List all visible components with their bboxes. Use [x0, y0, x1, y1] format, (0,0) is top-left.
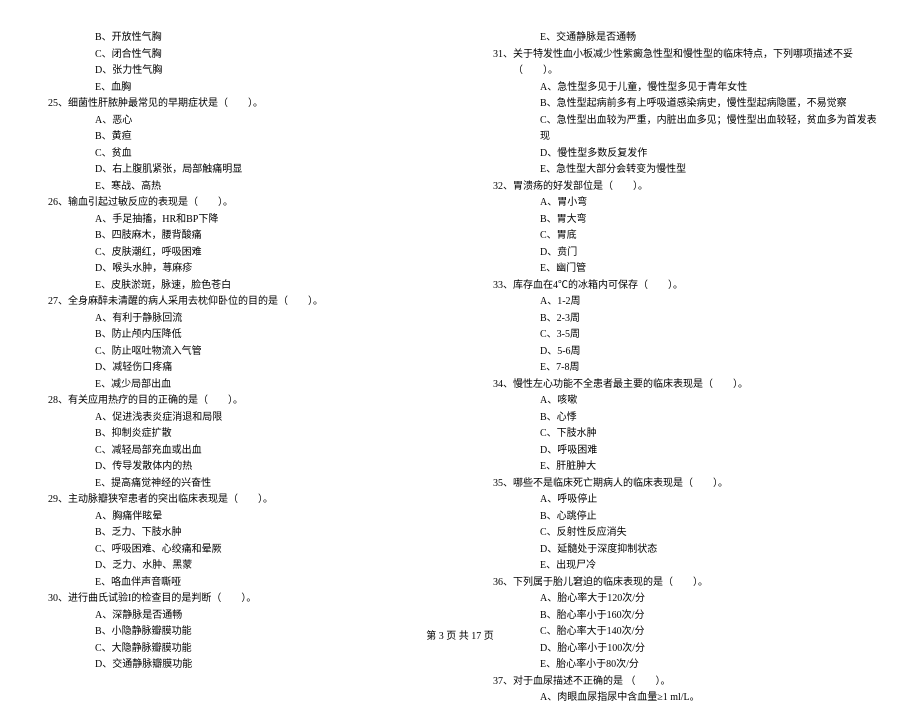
option-text: C、呼吸困难、心绞痛和晕厥 — [40, 542, 435, 559]
option-text: B、急性型起病前多有上呼吸道感染病史，慢性型起病隐匿，不易觉察 — [485, 96, 880, 113]
option-text: A、恶心 — [40, 113, 435, 130]
option-text: D、张力性气胸 — [40, 63, 435, 80]
option-text: E、寒战、高热 — [40, 179, 435, 196]
option-text: A、咳嗽 — [485, 393, 880, 410]
option-text: E、7-8周 — [485, 360, 880, 377]
option-text: D、传导发散体内的热 — [40, 459, 435, 476]
option-text: C、反射性反应消失 — [485, 525, 880, 542]
question-stem: 35、哪些不是临床死亡期病人的临床表现是（ ）。 — [485, 476, 880, 493]
option-text: A、肉眼血尿指尿中含血量≥1 ml/L。 — [485, 690, 880, 707]
option-text: D、胎心率小于100次/分 — [485, 641, 880, 658]
option-text: D、喉头水肿，荨麻疹 — [40, 261, 435, 278]
option-text: D、呼吸困难 — [485, 443, 880, 460]
question-stem: 30、进行曲氏试验I的检查目的是判断（ ）。 — [40, 591, 435, 608]
question-stem: 29、主动脉瓣狭窄患者的突出临床表现是（ ）。 — [40, 492, 435, 509]
option-text: E、皮肤淤斑，脉速，脸色苍白 — [40, 278, 435, 295]
question-stem: 27、全身麻醉未清醒的病人采用去枕仰卧位的目的是（ ）。 — [40, 294, 435, 311]
option-text: C、急性型出血较为严重，内脏出血多见；慢性型出血较轻，贫血多为首发表现 — [485, 113, 880, 146]
option-text: C、皮肤潮红，呼吸困难 — [40, 245, 435, 262]
option-text: E、肝脏肿大 — [485, 459, 880, 476]
option-text: E、咯血伴声音嘶哑 — [40, 575, 435, 592]
question-stem: 36、下列属于胎儿窘迫的临床表现的是（ ）。 — [485, 575, 880, 592]
option-text: D、延髓处于深度抑制状态 — [485, 542, 880, 559]
option-text: E、交通静脉是否通畅 — [485, 30, 880, 47]
question-stem: 28、有关应用热疗的目的正确的是（ ）。 — [40, 393, 435, 410]
option-text: D、右上腹肌紧张，局部触痛明显 — [40, 162, 435, 179]
option-text: B、心跳停止 — [485, 509, 880, 526]
option-text: C、减轻局部充血或出血 — [40, 443, 435, 460]
option-text: B、四肢麻木，腰背酸痛 — [40, 228, 435, 245]
option-text: C、3-5周 — [485, 327, 880, 344]
option-text: B、胃大弯 — [485, 212, 880, 229]
option-text: B、乏力、下肢水肿 — [40, 525, 435, 542]
option-text: C、下肢水肿 — [485, 426, 880, 443]
option-text: A、胸痛伴眩晕 — [40, 509, 435, 526]
question-stem: 34、慢性左心功能不全患者最主要的临床表现是（ ）。 — [485, 377, 880, 394]
option-text: B、抑制炎症扩散 — [40, 426, 435, 443]
option-text: A、1-2周 — [485, 294, 880, 311]
option-text: A、呼吸停止 — [485, 492, 880, 509]
option-text: E、减少局部出血 — [40, 377, 435, 394]
option-text: A、胃小弯 — [485, 195, 880, 212]
option-text: D、乏力、水肿、黑蒙 — [40, 558, 435, 575]
option-text: B、黄疸 — [40, 129, 435, 146]
option-text: E、急性型大部分会转变为慢性型 — [485, 162, 880, 179]
option-text: C、防止呕吐物流入气管 — [40, 344, 435, 361]
question-stem: 32、胃溃疡的好发部位是（ ）。 — [485, 179, 880, 196]
option-text: C、胃底 — [485, 228, 880, 245]
option-text: B、心悸 — [485, 410, 880, 427]
option-text: E、幽门管 — [485, 261, 880, 278]
option-text: A、胎心率大于120次/分 — [485, 591, 880, 608]
option-text: D、贲门 — [485, 245, 880, 262]
option-text: A、有利于静脉回流 — [40, 311, 435, 328]
left-column: B、开放性气胸C、闭合性气胸D、张力性气胸E、血胸25、细菌性肝脓肿最常见的早期… — [40, 30, 435, 605]
option-text: B、防止颅内压降低 — [40, 327, 435, 344]
option-text: C、大隐静脉瓣膜功能 — [40, 641, 435, 658]
question-stem: 26、输血引起过敏反应的表现是（ ）。 — [40, 195, 435, 212]
question-stem: 31、关于特发性血小板减少性紫癜急性型和慢性型的临床特点，下列哪项描述不妥（ ）… — [485, 47, 880, 80]
option-text: C、闭合性气胸 — [40, 47, 435, 64]
option-text: A、深静脉是否通畅 — [40, 608, 435, 625]
option-text: E、提高痛觉神经的兴奋性 — [40, 476, 435, 493]
option-text: D、慢性型多数反复发作 — [485, 146, 880, 163]
option-text: C、贫血 — [40, 146, 435, 163]
question-stem: 37、对于血尿描述不正确的是 （ ）。 — [485, 674, 880, 691]
option-text: D、减轻伤口疼痛 — [40, 360, 435, 377]
option-text: A、促进浅表炎症消退和局限 — [40, 410, 435, 427]
option-text: D、交通静脉瓣膜功能 — [40, 657, 435, 674]
question-stem: 25、细菌性肝脓肿最常见的早期症状是（ ）。 — [40, 96, 435, 113]
option-text: A、手足抽搐，HR和BP下降 — [40, 212, 435, 229]
document-content: B、开放性气胸C、闭合性气胸D、张力性气胸E、血胸25、细菌性肝脓肿最常见的早期… — [40, 30, 880, 605]
option-text: B、胎心率小于160次/分 — [485, 608, 880, 625]
option-text: E、出现尸冷 — [485, 558, 880, 575]
right-column: E、交通静脉是否通畅31、关于特发性血小板减少性紫癜急性型和慢性型的临床特点，下… — [485, 30, 880, 605]
option-text: D、5-6周 — [485, 344, 880, 361]
option-text: B、2-3周 — [485, 311, 880, 328]
page-footer: 第 3 页 共 17 页 — [0, 627, 920, 642]
option-text: A、急性型多见于儿童，慢性型多见于青年女性 — [485, 80, 880, 97]
option-text: B、开放性气胸 — [40, 30, 435, 47]
option-text: E、胎心率小于80次/分 — [485, 657, 880, 674]
option-text: E、血胸 — [40, 80, 435, 97]
question-stem: 33、库存血在4℃的冰箱内可保存（ ）。 — [485, 278, 880, 295]
